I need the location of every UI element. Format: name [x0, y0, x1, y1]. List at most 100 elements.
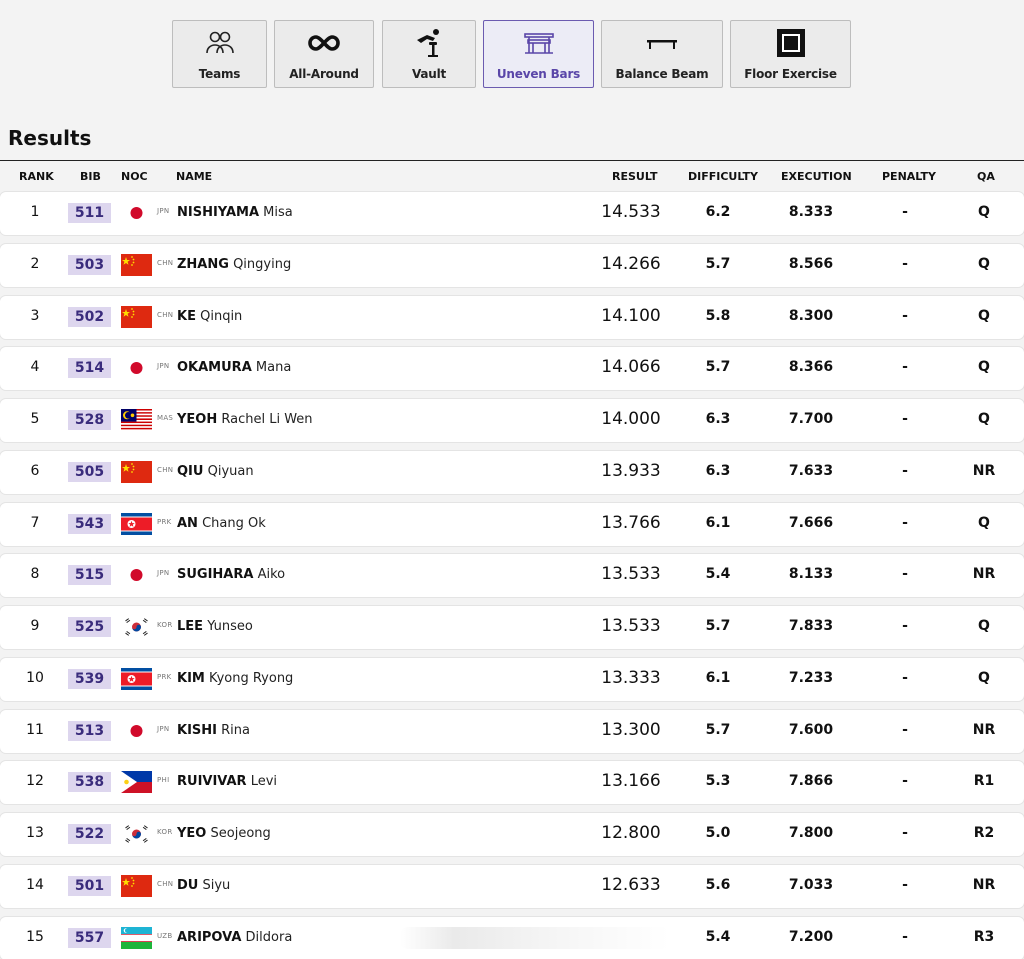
teams-icon — [204, 27, 236, 59]
qa-cell: Q — [978, 411, 990, 427]
table-row[interactable]: 14 501 CHN DU Siyu 12.633 5.6 7.033 - NR — [0, 864, 1024, 908]
flag-icon — [121, 616, 152, 638]
tab-vault[interactable]: Vault — [382, 20, 476, 88]
col-difficulty[interactable]: DIFFICULTY — [688, 170, 758, 183]
divider — [0, 160, 1024, 161]
col-result[interactable]: RESULT — [612, 170, 658, 183]
rank-cell: 11 — [26, 721, 44, 738]
vault-icon — [413, 27, 445, 59]
difficulty-cell: 5.3 — [705, 773, 731, 790]
tab-label: Balance Beam — [615, 67, 709, 81]
result-cell: 14.533 — [601, 202, 661, 222]
col-execution[interactable]: EXECUTION — [781, 170, 852, 183]
table-row[interactable]: 11 513 JPN KISHI Rina 13.300 5.7 7.600 - NR — [0, 709, 1024, 753]
qa-cell: NR — [972, 721, 996, 738]
athlete-given-name: Dildora — [245, 929, 293, 945]
athlete-name[interactable]: ARIPOVA Dildora — [177, 930, 292, 945]
bib-badge: 505 — [68, 461, 111, 482]
tab-all-around[interactable]: All-Around — [274, 20, 374, 88]
rank-cell: 4 — [30, 359, 40, 376]
result-cell: 14.000 — [601, 409, 661, 429]
flag-icon — [121, 512, 152, 535]
penalty-cell: - — [902, 876, 908, 893]
bib-badge: 539 — [68, 668, 111, 689]
difficulty-cell: 6.1 — [705, 514, 731, 531]
flag-icon — [121, 667, 152, 690]
table-row[interactable]: 7 543 PRK AN Chang Ok 13.766 6.1 7.666 - Q — [0, 502, 1024, 546]
table-row[interactable]: 12 538 PHI RUIVIVAR Levi 13.166 5.3 7.866 - R1 — [0, 761, 1024, 805]
penalty-cell: - — [902, 411, 908, 427]
athlete-name[interactable]: ZHANG Qingying — [177, 257, 291, 272]
apparatus-tabs: Teams All-Around Vault Uneven Bars Balan… — [0, 20, 1024, 88]
athlete-name[interactable]: AN Chang Ok — [177, 516, 266, 531]
table-row[interactable]: 6 505 CHN QIU Qiyuan 13.933 6.3 7.633 - NR — [0, 450, 1024, 494]
qa-cell: Q — [978, 618, 990, 634]
athlete-name[interactable]: SUGIHARA Aiko — [177, 567, 285, 582]
athlete-surname: YEO — [177, 826, 207, 841]
athlete-name[interactable]: YEOH Rachel Li Wen — [177, 412, 313, 427]
table-row[interactable]: 13 522 KOR YEO Seojeong 12.800 5.0 7.800 - R2 — [0, 813, 1024, 856]
athlete-surname: DU — [177, 877, 199, 893]
col-qa[interactable]: QA — [977, 170, 995, 183]
qa-cell: NR — [972, 462, 996, 479]
execution-cell: 8.333 — [788, 204, 834, 220]
flag-icon — [121, 926, 152, 949]
table-row[interactable]: 2 503 CHN ZHANG Qingying 14.266 5.7 8.566 - Q — [0, 243, 1024, 287]
table-row[interactable]: 3 502 CHN KE Qinqin 14.100 5.8 8.300 - Q — [0, 295, 1024, 339]
table-row[interactable]: 10 539 PRK KIM Kyong Ryong 13.333 6.1 7.233 - Q — [0, 657, 1024, 701]
table-row[interactable]: 1 511 JPN NISHIYAMA Misa 14.533 6.2 8.333 - Q — [0, 192, 1024, 235]
result-cell: 13.533 — [601, 564, 661, 585]
athlete-name[interactable]: LEE Yunseo — [177, 619, 253, 634]
qa-cell: NR — [972, 566, 996, 583]
result-cell: 13.933 — [601, 460, 661, 481]
flag-icon — [121, 874, 152, 897]
results-title: Results — [8, 126, 92, 150]
result-cell: 13.166 — [601, 771, 661, 792]
athlete-name[interactable]: QIU Qiyuan — [177, 464, 254, 479]
result-cell: 12.633 — [601, 874, 661, 895]
rank-cell: 6 — [30, 462, 40, 479]
difficulty-cell: 5.7 — [705, 721, 731, 738]
tab-uneven-bars[interactable]: Uneven Bars — [483, 20, 594, 88]
difficulty-cell: 6.3 — [705, 462, 731, 479]
tab-teams[interactable]: Teams — [172, 20, 267, 88]
tab-floor-exercise[interactable]: Floor Exercise — [730, 20, 851, 88]
tab-balance-beam[interactable]: Balance Beam — [601, 20, 723, 88]
bib-badge: 515 — [68, 565, 111, 586]
table-row[interactable]: 8 515 JPN SUGIHARA Aiko 13.533 5.4 8.133 - NR — [0, 554, 1024, 598]
penalty-cell: - — [902, 359, 908, 376]
athlete-name[interactable]: KISHI Rina — [177, 723, 250, 738]
athlete-name[interactable]: RUIVIVAR Levi — [177, 774, 277, 789]
bib-badge: 528 — [68, 410, 111, 430]
noc-code: KOR — [157, 621, 173, 629]
athlete-given-name: Qiyuan — [207, 463, 254, 479]
tab-label: Floor Exercise — [744, 67, 837, 81]
col-noc[interactable]: NOC — [121, 170, 148, 183]
athlete-name[interactable]: KE Qinqin — [177, 309, 242, 324]
flag-icon — [121, 305, 152, 328]
result-cell: 12.800 — [601, 823, 661, 843]
col-rank[interactable]: RANK — [19, 170, 54, 183]
table-row[interactable]: 9 525 KOR LEE Yunseo 13.533 5.7 7.833 - Q — [0, 606, 1024, 649]
tab-label: Teams — [198, 67, 241, 81]
noc-code: JPN — [157, 724, 170, 733]
table-row[interactable]: 5 528 MAS YEOH Rachel Li Wen 14.000 6.3 7.700 -… — [0, 399, 1024, 442]
col-penalty[interactable]: PENALTY — [882, 170, 936, 183]
athlete-name[interactable]: KIM Kyong Ryong — [177, 671, 293, 686]
table-row[interactable]: 4 514 JPN OKAMURA Mana 14.066 5.7 8.366 - Q — [0, 347, 1024, 391]
penalty-cell: - — [902, 928, 908, 945]
table-row[interactable]: 15 557 UZB ARIPOVA Dildora 5.4 7.200 - R3 — [0, 916, 1024, 959]
obscured-area — [400, 926, 670, 949]
athlete-name[interactable]: DU Siyu — [177, 878, 230, 893]
difficulty-cell: 6.2 — [705, 204, 731, 220]
athlete-surname: YEOH — [177, 412, 218, 427]
athlete-name[interactable]: NISHIYAMA Misa — [177, 205, 293, 220]
athlete-name[interactable]: OKAMURA Mana — [177, 360, 291, 375]
athlete-surname: NISHIYAMA — [177, 205, 260, 220]
col-name[interactable]: NAME — [176, 170, 212, 183]
noc-code: JPN — [157, 569, 170, 578]
athlete-name[interactable]: YEO Seojeong — [177, 826, 271, 841]
col-bib[interactable]: BIB — [80, 170, 101, 183]
flag-icon — [121, 253, 152, 276]
flag-icon — [121, 771, 152, 794]
